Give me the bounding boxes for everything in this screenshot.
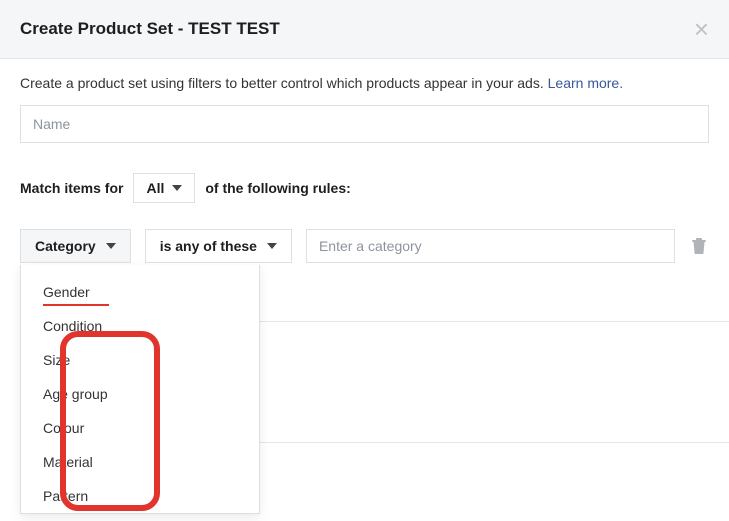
- dropdown-item-gender[interactable]: Gender: [21, 275, 259, 309]
- delete-rule-button[interactable]: [689, 238, 709, 254]
- trash-icon: [692, 238, 706, 254]
- intro-copy: Create a product set using filters to be…: [20, 75, 548, 91]
- dropdown-item-age-group[interactable]: Age group: [21, 377, 259, 411]
- dropdown-item-condition[interactable]: Condition: [21, 309, 259, 343]
- dialog-header: Create Product Set - TEST TEST ×: [0, 0, 729, 59]
- name-input[interactable]: [20, 105, 709, 143]
- caret-down-icon: [267, 243, 277, 249]
- filter-field-dropdown[interactable]: Gender Condition Size Age group Colour M…: [20, 265, 260, 514]
- caret-down-icon: [106, 243, 116, 249]
- match-suffix: of the following rules:: [205, 180, 350, 196]
- dialog-body: Create a product set using filters to be…: [0, 59, 729, 459]
- dropdown-item-pattern[interactable]: Pattern: [21, 479, 259, 513]
- match-scope-selector[interactable]: All: [133, 173, 195, 203]
- match-scope-label: All: [146, 180, 164, 196]
- rule-row: Category is any of these Gender Conditio…: [20, 229, 709, 263]
- filter-operator-selector[interactable]: is any of these: [145, 229, 292, 263]
- filter-value-input[interactable]: [306, 229, 675, 263]
- match-prefix: Match items for: [20, 180, 123, 196]
- close-icon[interactable]: ×: [694, 16, 709, 42]
- filter-operator-label: is any of these: [160, 238, 257, 254]
- learn-more-link[interactable]: Learn more.: [548, 75, 623, 91]
- dropdown-item-size[interactable]: Size: [21, 343, 259, 377]
- dropdown-item-material[interactable]: Material: [21, 445, 259, 479]
- caret-down-icon: [172, 185, 182, 191]
- match-row: Match items for All of the following rul…: [20, 173, 709, 203]
- dialog-title: Create Product Set - TEST TEST: [20, 19, 280, 39]
- intro-text: Create a product set using filters to be…: [20, 75, 709, 91]
- filter-field-label: Category: [35, 238, 96, 254]
- filter-field-selector[interactable]: Category: [20, 229, 131, 263]
- dropdown-item-colour[interactable]: Colour: [21, 411, 259, 445]
